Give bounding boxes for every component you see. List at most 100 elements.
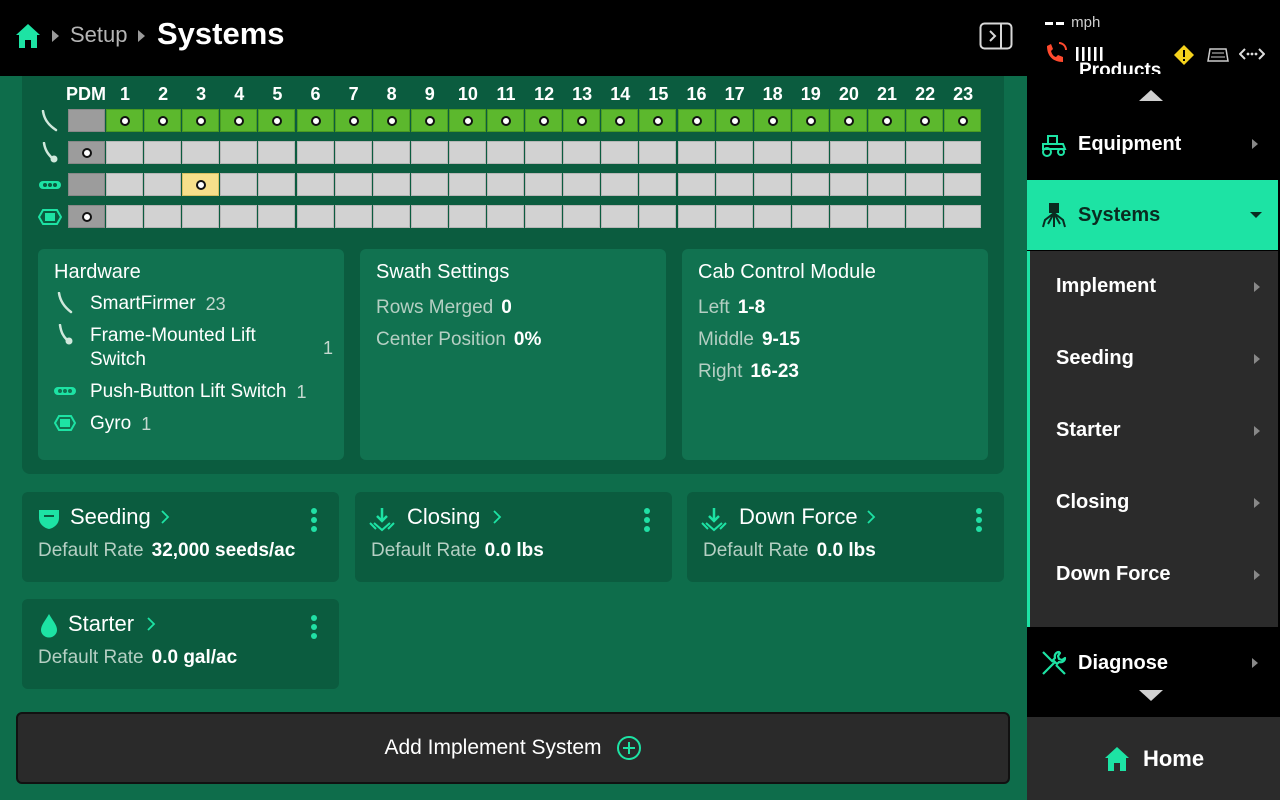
grid-cell[interactable] xyxy=(410,173,448,196)
grid-cell[interactable] xyxy=(639,205,677,228)
grid-cell[interactable] xyxy=(944,109,982,132)
grid-cell[interactable] xyxy=(753,141,791,164)
submenu-item-closing[interactable]: Closing xyxy=(1030,467,1278,539)
grid-cell[interactable] xyxy=(677,141,715,164)
grid-cell[interactable] xyxy=(753,173,791,196)
grid-cell[interactable] xyxy=(448,141,486,164)
grid-cell[interactable] xyxy=(715,173,753,196)
grid-cell[interactable] xyxy=(753,109,791,132)
add-implement-system-button[interactable]: Add Implement System xyxy=(16,712,1010,784)
grid-cell[interactable] xyxy=(601,205,639,228)
grid-cell[interactable] xyxy=(258,141,296,164)
grid-cell[interactable] xyxy=(829,109,867,132)
grid-cell[interactable] xyxy=(829,205,867,228)
grid-cell[interactable] xyxy=(296,173,334,196)
grid-cell[interactable] xyxy=(220,141,258,164)
grid-cell[interactable] xyxy=(525,173,563,196)
grid-cell[interactable] xyxy=(144,205,182,228)
grid-cell[interactable] xyxy=(144,173,182,196)
more-options-icon[interactable] xyxy=(976,508,982,532)
grid-cell[interactable] xyxy=(829,173,867,196)
breadcrumb-setup[interactable]: Setup xyxy=(70,22,128,48)
grid-cell[interactable] xyxy=(753,205,791,228)
grid-cell[interactable] xyxy=(868,141,905,164)
grid-cell[interactable] xyxy=(791,173,829,196)
grid-cell[interactable] xyxy=(944,141,982,164)
submenu-item-down-force[interactable]: Down Force xyxy=(1030,539,1278,611)
closing-system-card[interactable]: Closing Default Rate 0.0 lbs xyxy=(355,492,672,582)
grid-cell[interactable] xyxy=(791,205,829,228)
grid-cell[interactable] xyxy=(372,173,410,196)
grid-cell[interactable] xyxy=(448,109,486,132)
grid-cell[interactable] xyxy=(791,109,829,132)
grid-cell[interactable] xyxy=(258,173,296,196)
sidebar-item-products-clipped[interactable]: Products xyxy=(1079,60,1161,74)
grid-cell[interactable] xyxy=(144,141,182,164)
grid-cell[interactable] xyxy=(448,173,486,196)
grid-cell[interactable] xyxy=(258,205,296,228)
sidebar-item-equipment[interactable]: Equipment xyxy=(1027,109,1278,179)
grid-cell[interactable] xyxy=(410,109,448,132)
warning-icon[interactable] xyxy=(1173,44,1195,66)
home-icon[interactable] xyxy=(14,22,42,50)
pdm-cell[interactable] xyxy=(68,109,105,132)
grid-cell[interactable] xyxy=(410,205,448,228)
grid-cell[interactable] xyxy=(906,205,944,228)
more-options-icon[interactable] xyxy=(311,508,317,532)
grid-cell[interactable] xyxy=(601,173,639,196)
sidebar-item-systems[interactable]: Systems xyxy=(1027,180,1278,250)
grid-cell[interactable] xyxy=(639,173,677,196)
grid-cell[interactable] xyxy=(525,109,563,132)
grid-cell[interactable] xyxy=(563,109,601,132)
down-force-system-card[interactable]: Down Force Default Rate 0.0 lbs xyxy=(687,492,1004,582)
seeding-system-card[interactable]: Seeding Default Rate 32,000 seeds/ac xyxy=(22,492,339,582)
pdm-cell[interactable] xyxy=(68,141,105,164)
grid-cell[interactable] xyxy=(715,109,753,132)
more-options-icon[interactable] xyxy=(311,615,317,639)
grid-cell[interactable] xyxy=(182,173,220,196)
more-options-icon[interactable] xyxy=(644,508,650,532)
grid-cell[interactable] xyxy=(677,173,715,196)
grid-cell[interactable] xyxy=(220,205,258,228)
display-icon[interactable] xyxy=(1207,46,1229,64)
starter-system-card[interactable]: Starter Default Rate 0.0 gal/ac xyxy=(22,599,339,689)
grid-cell[interactable] xyxy=(563,173,601,196)
grid-cell[interactable] xyxy=(791,141,829,164)
sidebar-item-diagnose[interactable]: Diagnose xyxy=(1027,628,1278,698)
pdm-cell[interactable] xyxy=(68,205,105,228)
grid-cell[interactable] xyxy=(677,205,715,228)
submenu-item-seeding[interactable]: Seeding xyxy=(1030,323,1278,395)
grid-cell[interactable] xyxy=(601,109,639,132)
grid-cell[interactable] xyxy=(639,109,677,132)
grid-cell[interactable] xyxy=(906,109,944,132)
grid-cell[interactable] xyxy=(372,205,410,228)
gps-alert-icon[interactable] xyxy=(1043,40,1069,66)
grid-cell[interactable] xyxy=(106,141,143,164)
grid-cell[interactable] xyxy=(639,141,677,164)
grid-cell[interactable] xyxy=(182,205,220,228)
home-button[interactable]: Home xyxy=(1027,715,1280,800)
grid-cell[interactable] xyxy=(182,109,220,132)
grid-cell[interactable] xyxy=(106,173,143,196)
grid-cell[interactable] xyxy=(487,109,524,132)
grid-cell[interactable] xyxy=(334,141,372,164)
grid-cell[interactable] xyxy=(220,173,258,196)
grid-cell[interactable] xyxy=(829,141,867,164)
grid-cell[interactable] xyxy=(106,205,143,228)
grid-cell[interactable] xyxy=(410,141,448,164)
grid-cell[interactable] xyxy=(372,109,410,132)
grid-cell[interactable] xyxy=(487,205,524,228)
grid-cell[interactable] xyxy=(296,109,334,132)
submenu-item-implement[interactable]: Implement xyxy=(1030,251,1278,323)
grid-cell[interactable] xyxy=(334,109,372,132)
grid-cell[interactable] xyxy=(372,141,410,164)
grid-cell[interactable] xyxy=(144,109,182,132)
grid-cell[interactable] xyxy=(944,173,982,196)
grid-cell[interactable] xyxy=(715,205,753,228)
grid-cell[interactable] xyxy=(106,109,143,132)
grid-cell[interactable] xyxy=(868,109,905,132)
grid-cell[interactable] xyxy=(258,109,296,132)
grid-cell[interactable] xyxy=(868,173,905,196)
grid-cell[interactable] xyxy=(715,141,753,164)
grid-cell[interactable] xyxy=(296,141,334,164)
